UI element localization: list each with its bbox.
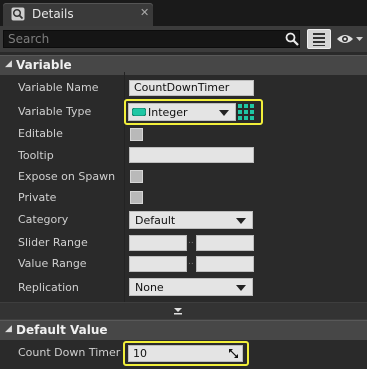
section-title: Variable: [16, 58, 72, 72]
count-down-timer-row: Count Down Timer 10: [0, 341, 367, 367]
replication-dropdown[interactable]: None: [129, 278, 253, 296]
property-label: Category: [18, 213, 69, 226]
expose-on-spawn-checkbox[interactable]: [130, 170, 143, 183]
range-separator-icon: ..: [188, 236, 194, 246]
view-options-grid-button[interactable]: [307, 29, 331, 49]
private-row: Private: [0, 187, 367, 209]
property-label: Replication: [18, 281, 79, 294]
variable-type-row: Variable Type Integer: [0, 99, 367, 125]
property-label: Variable Name: [18, 81, 99, 94]
expand-down-arrow-icon: [174, 308, 182, 315]
replication-value: None: [135, 281, 164, 294]
visibility-eye-icon[interactable]: [336, 32, 364, 46]
search-icon[interactable]: [285, 32, 299, 46]
advanced-expander[interactable]: [0, 302, 367, 320]
chevron-down-icon: [236, 218, 246, 224]
variable-name-row: Variable Name CountDownTimer: [0, 77, 367, 99]
value-range-row: Value Range ..: [0, 253, 367, 275]
count-down-timer-input[interactable]: 10: [128, 345, 243, 362]
variable-type-value: Integer: [148, 106, 188, 119]
slider-range-row: Slider Range ..: [0, 232, 367, 254]
search-bar: [0, 26, 367, 52]
tooltip-row: Tooltip: [0, 145, 367, 167]
count-down-timer-value: 10: [133, 347, 147, 360]
close-icon[interactable]: ✕: [140, 6, 149, 19]
category-dropdown[interactable]: Default: [129, 211, 253, 229]
tab-title: Details: [32, 7, 74, 21]
property-label: Count Down Timer: [18, 346, 121, 359]
details-magnifier-icon: [11, 7, 25, 21]
chevron-down-icon: [236, 285, 246, 291]
section-title: Default Value: [16, 323, 108, 337]
value-range-max-input[interactable]: [196, 256, 254, 272]
private-checkbox[interactable]: [130, 191, 143, 204]
variable-section-header[interactable]: ◢ Variable: [0, 55, 367, 75]
container-type-grid-icon[interactable]: [238, 104, 254, 120]
property-label: Slider Range: [18, 236, 88, 249]
variable-name-input[interactable]: CountDownTimer: [129, 80, 254, 96]
tooltip-input[interactable]: [129, 147, 254, 163]
details-tab[interactable]: Details ✕: [3, 3, 153, 26]
property-label: Private: [18, 191, 57, 204]
integer-pin-icon: [132, 108, 146, 116]
slider-range-max-input[interactable]: [196, 235, 254, 251]
list-grid-icon: [313, 33, 325, 46]
property-label: Tooltip: [18, 149, 54, 162]
property-label: Editable: [18, 127, 63, 140]
default-value-section-header[interactable]: ◢ Default Value: [0, 320, 367, 340]
panel-titlebar: Details ✕: [0, 0, 367, 26]
collapse-arrow-icon: ◢: [5, 59, 12, 69]
property-label: Expose on Spawn: [18, 170, 116, 183]
category-value: Default: [135, 214, 176, 227]
collapse-arrow-icon: ◢: [5, 324, 12, 334]
expose-on-spawn-row: Expose on Spawn: [0, 166, 367, 188]
range-separator-icon: ..: [188, 257, 194, 267]
replication-row: Replication None: [0, 277, 367, 299]
slider-range-min-input[interactable]: [129, 235, 187, 251]
spin-drag-icon[interactable]: [229, 349, 238, 358]
variable-type-dropdown[interactable]: Integer: [128, 103, 236, 121]
search-input[interactable]: [3, 30, 300, 48]
property-label: Variable Type: [18, 105, 92, 118]
editable-checkbox[interactable]: [130, 128, 143, 141]
editable-row: Editable: [0, 123, 367, 145]
category-row: Category Default: [0, 209, 367, 231]
value-range-min-input[interactable]: [129, 256, 187, 272]
chevron-down-icon: [219, 110, 229, 116]
property-label: Value Range: [18, 257, 87, 270]
